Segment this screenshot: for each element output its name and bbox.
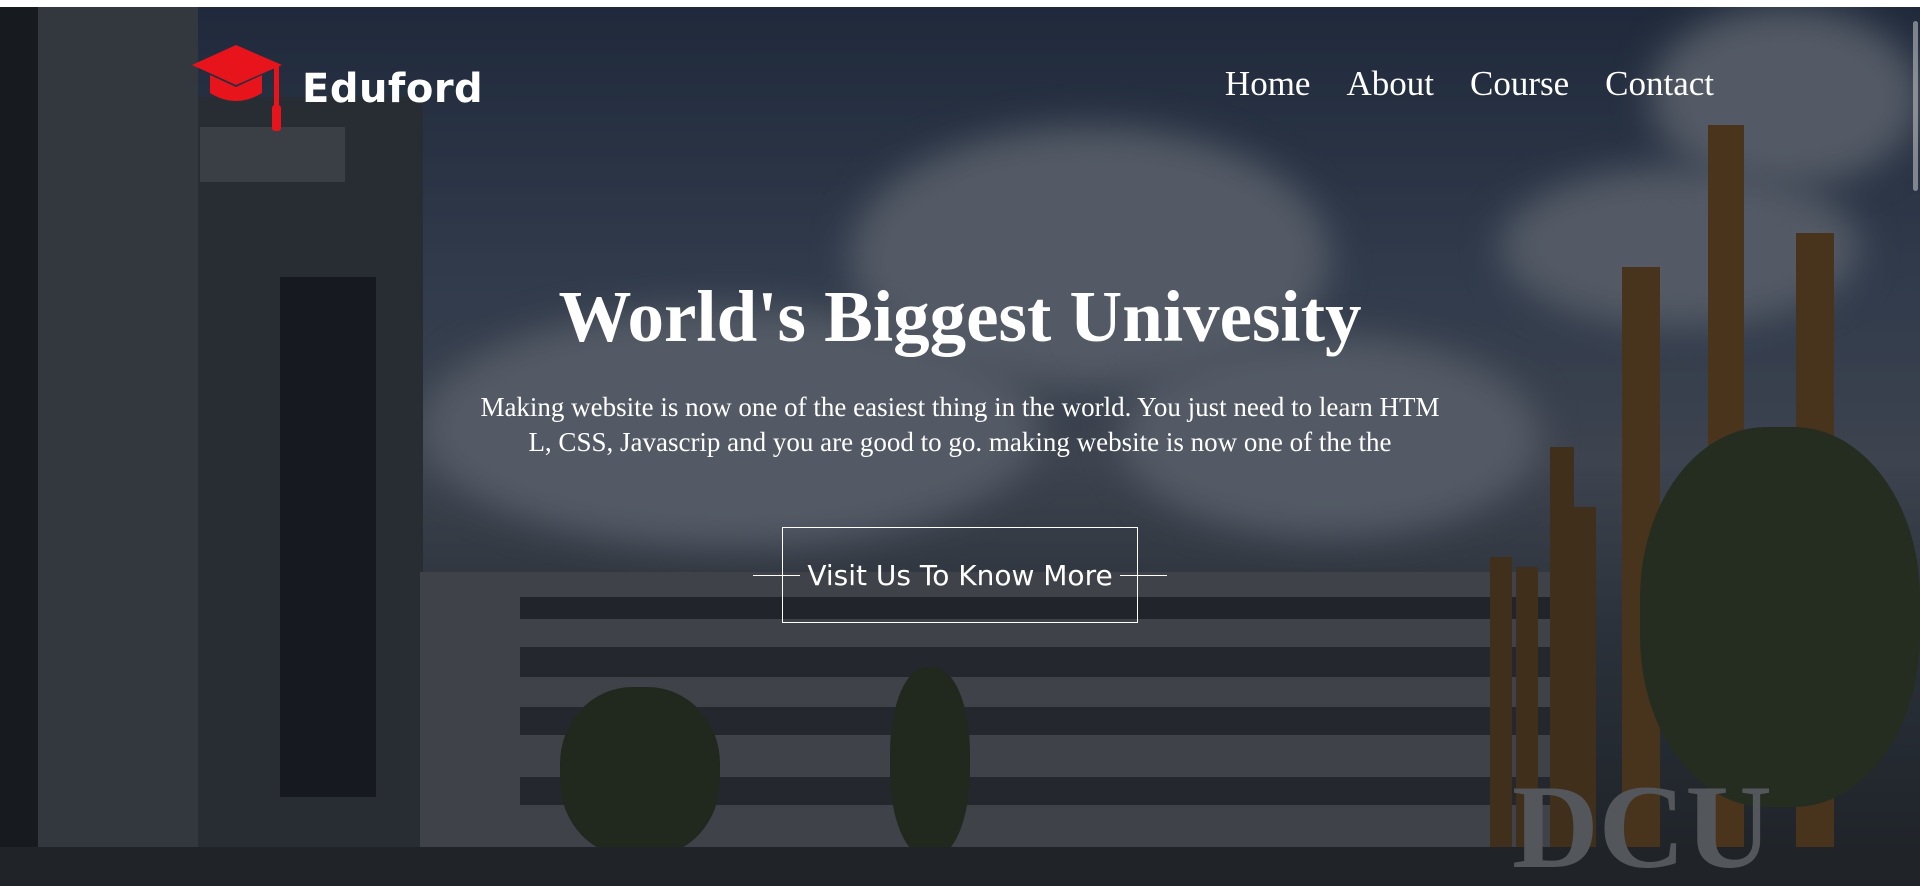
scrollbar-thumb[interactable] xyxy=(1913,21,1918,191)
brand-logo[interactable]: Eduford xyxy=(190,43,483,135)
nav-about-link[interactable]: About xyxy=(1346,64,1434,104)
nav-course-link[interactable]: Course xyxy=(1470,64,1569,104)
brand-name: Eduford xyxy=(302,66,484,112)
hero-content: World's Biggest Univesity Making website… xyxy=(0,276,1920,460)
hero-title: World's Biggest Univesity xyxy=(558,276,1362,357)
main-nav: Home About Course Contact xyxy=(1225,64,1714,104)
visit-us-button[interactable]: Visit Us To Know More xyxy=(782,527,1138,623)
hero-section: DCU Eduford Home About Course Contact Wo… xyxy=(0,7,1920,886)
hero-description: Making website is now one of the easiest… xyxy=(480,391,1440,457)
nav-contact-link[interactable]: Contact xyxy=(1605,64,1714,104)
cta-container: Visit Us To Know More xyxy=(753,527,1167,625)
graduation-cap-icon xyxy=(192,45,282,131)
nav-home-link[interactable]: Home xyxy=(1225,64,1311,104)
